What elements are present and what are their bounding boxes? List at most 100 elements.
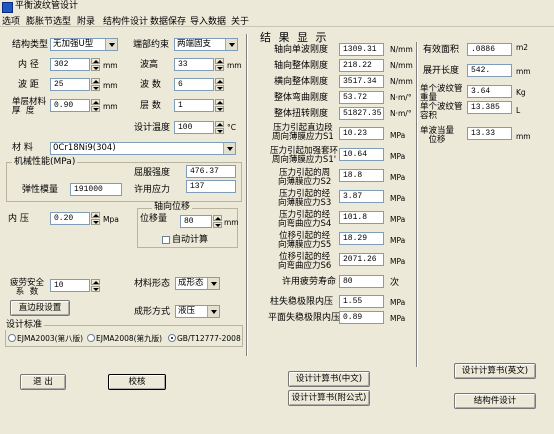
result-value-lateral: 3517.34 (339, 75, 384, 88)
single-thickness-spinner[interactable] (91, 99, 100, 112)
elastic-modulus-value[interactable]: 191000 (70, 183, 122, 196)
pressure-label: 内 压 (8, 214, 29, 224)
auto-calc-checkbox[interactable] (162, 236, 170, 244)
spin-up-icon[interactable] (91, 58, 100, 64)
wave-pitch-spinner[interactable] (91, 78, 100, 91)
wave-count-spinner[interactable] (215, 78, 224, 91)
single-thickness-input[interactable]: 0.90 (50, 99, 90, 112)
material-form-select[interactable]: 成形态 (175, 277, 220, 290)
spin-down-icon[interactable] (213, 222, 222, 228)
wave-height-input[interactable]: 33 (174, 58, 214, 71)
calc-report-chinese-button[interactable]: 设计计算书(中文) (288, 371, 370, 387)
wave-pitch-unit: mm (103, 81, 118, 90)
panel-separator (246, 34, 248, 356)
structure-design-button[interactable]: 结构件设计 (454, 393, 536, 409)
inner-diameter-spinner[interactable] (91, 58, 100, 71)
results-title: 结 果 显 示 (260, 31, 329, 44)
spin-up-icon[interactable] (215, 78, 224, 84)
allowable-stress-value[interactable]: 137 (186, 180, 236, 193)
spin-up-icon[interactable] (91, 212, 100, 218)
menu-item-about[interactable]: 关于 (231, 14, 249, 27)
spin-down-icon[interactable] (91, 286, 100, 292)
standard-radio-gbt12777[interactable] (168, 334, 176, 342)
spin-up-icon[interactable] (91, 99, 100, 105)
spin-down-icon[interactable] (215, 65, 224, 71)
menu-item-appendix[interactable]: 附录 (77, 14, 95, 27)
forming-method-select[interactable]: 液压 (175, 305, 220, 318)
displacement-spinner[interactable] (213, 215, 222, 228)
stress-value-s3: 3.87 (339, 190, 384, 203)
effective-area-unit: m2 (516, 43, 529, 52)
calc-report-formula-button[interactable]: 设计计算书(附公式) (288, 390, 370, 406)
chevron-down-icon[interactable] (207, 306, 219, 317)
material-select[interactable]: 0Cr18Ni9(304) (50, 142, 236, 155)
plane-buckle-value: 0.89 (339, 311, 384, 324)
layers-input[interactable]: 1 (174, 99, 214, 112)
menu-item-save-data[interactable]: 数据保存 (150, 14, 186, 27)
menu-item-import-data[interactable]: 导入数据 (190, 14, 226, 27)
result-unit-bending: N·m/° (390, 93, 412, 102)
chevron-down-icon[interactable] (223, 143, 235, 154)
wave-count-label: 波 数 (140, 80, 161, 90)
app-icon (2, 2, 13, 13)
wave-pitch-input[interactable]: 25 (50, 78, 90, 91)
menu-item-structure-design[interactable]: 结构件设计 (103, 14, 148, 27)
inner-diameter-input[interactable]: 302 (50, 58, 90, 71)
spin-down-icon[interactable] (91, 85, 100, 91)
spin-down-icon[interactable] (215, 128, 224, 134)
pressure-input[interactable]: 0.20 (50, 212, 90, 225)
menu-item-options[interactable]: 选项 (2, 14, 20, 27)
wave-height-label: 波高 (140, 60, 159, 70)
wave-count-input[interactable]: 6 (174, 78, 214, 91)
chevron-down-icon[interactable] (225, 39, 237, 50)
design-temp-unit: °C (227, 123, 236, 132)
spin-up-icon[interactable] (213, 215, 222, 221)
spin-down-icon[interactable] (91, 219, 100, 225)
chevron-down-icon[interactable] (207, 278, 219, 289)
menu-item-joint-selection[interactable]: 膨胀节选型 (26, 14, 71, 27)
yield-strength-value[interactable]: 476.37 (186, 165, 236, 178)
standard-radio-ejma2003[interactable] (8, 334, 16, 342)
standard-radio-ejma2008[interactable] (87, 334, 95, 342)
displacement-unit: mm (224, 218, 239, 227)
spin-up-icon[interactable] (91, 279, 100, 285)
design-temp-spinner[interactable] (215, 121, 224, 134)
single-thickness-label: 单层材料 厚 度 (12, 97, 47, 116)
spin-down-icon[interactable] (215, 85, 224, 91)
stress-unit-s1-prime: MPa (390, 152, 406, 161)
spin-down-icon[interactable] (215, 106, 224, 112)
spin-up-icon[interactable] (91, 78, 100, 84)
design-temp-input[interactable]: 100 (174, 121, 214, 134)
calc-report-english-button[interactable]: 设计计算书(英文) (454, 363, 536, 379)
result-value-axial-single: 1309.31 (339, 43, 384, 56)
chevron-down-icon[interactable] (105, 39, 117, 50)
standard-label-gbt12777: GB/T12777-2008 (177, 334, 241, 343)
pressure-spinner[interactable] (91, 212, 100, 225)
stress-unit-s2: MPa (390, 173, 406, 182)
layers-spinner[interactable] (215, 99, 224, 112)
spin-up-icon[interactable] (215, 58, 224, 64)
stress-unit-s5: MPa (390, 236, 406, 245)
spin-up-icon[interactable] (215, 121, 224, 127)
straight-section-button[interactable]: 直边段设置 (10, 300, 70, 316)
spin-up-icon[interactable] (215, 99, 224, 105)
equiv-displacement-unit: mm (516, 132, 531, 141)
stress-unit-s3: MPa (390, 194, 406, 203)
displacement-input[interactable]: 80 (180, 215, 212, 228)
wave-height-spinner[interactable] (215, 58, 224, 71)
column-buckle-label: 柱失稳极限内压 (270, 297, 334, 307)
result-value-torsion: 51827.35 (339, 107, 384, 120)
check-button[interactable]: 校核 (108, 374, 166, 390)
exit-button[interactable]: 退 出 (20, 374, 66, 390)
fatigue-factor-input[interactable]: 10 (50, 279, 90, 292)
material-form-label: 材料形态 (134, 279, 171, 289)
unfold-length-label: 展开长度 (423, 66, 460, 76)
spin-down-icon[interactable] (91, 65, 100, 71)
struct-type-select[interactable]: 无加强U型 (50, 38, 118, 51)
result-label-axial-total: 轴向整体刚度 (274, 61, 329, 71)
stress-unit-s6: MPa (390, 257, 406, 266)
end-constraint-select[interactable]: 两端固支 (174, 38, 238, 51)
fatigue-factor-spinner[interactable] (91, 279, 100, 292)
spin-down-icon[interactable] (91, 106, 100, 112)
result-label-torsion: 整体扭转刚度 (274, 109, 329, 119)
